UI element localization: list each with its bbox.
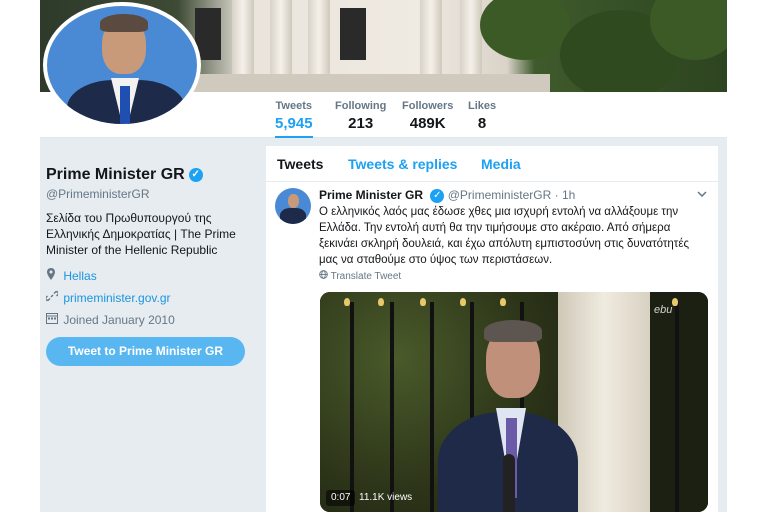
tweet-to-button[interactable]: Tweet to Prime Minister GR	[46, 337, 245, 366]
profile-website: primeminister.gov.gr	[45, 290, 171, 305]
stat-followers[interactable]: Followers 489K	[402, 100, 453, 132]
tweet-separator: ·	[554, 188, 559, 202]
location-link[interactable]: Hellas	[63, 269, 96, 283]
chevron-down-icon[interactable]	[697, 188, 707, 200]
tweet-header: Prime Minister GR ✓ @PrimeministerGR · 1…	[319, 188, 575, 203]
translate-tweet-label: Translate Tweet	[330, 271, 402, 282]
verified-badge-icon: ✓	[188, 167, 203, 182]
tweet-author-name[interactable]: Prime Minister GR	[319, 188, 423, 202]
tweet-video[interactable]: ebu 0:07 11.1K views	[320, 292, 708, 512]
website-link[interactable]: primeminister.gov.gr	[63, 291, 170, 305]
profile-bio: Σελίδα του Πρωθυπουργού της Ελληνικής Δη…	[46, 211, 236, 257]
tab-tweets-replies[interactable]: Tweets & replies	[348, 156, 457, 172]
stat-followers-label: Followers	[402, 100, 454, 112]
profile-avatar[interactable]	[43, 2, 201, 128]
tweet-timestamp[interactable]: 1h	[562, 188, 575, 202]
stat-following-value: 213	[348, 115, 374, 132]
tweet-avatar[interactable]	[275, 188, 311, 224]
stat-likes[interactable]: Likes 8	[468, 100, 496, 132]
stat-likes-value: 8	[477, 115, 487, 132]
timeline-panel: Tweets Tweets & replies Media Prime Mini…	[266, 146, 718, 512]
video-view-count: 11.1K views	[359, 492, 413, 503]
globe-icon	[319, 270, 331, 282]
profile-name-text: Prime Minister GR	[46, 166, 185, 183]
stat-tweets-label: Tweets	[275, 100, 313, 112]
translate-tweet[interactable]: Translate Tweet	[319, 270, 401, 282]
calendar-icon	[46, 312, 60, 327]
profile-location: Hellas	[46, 268, 97, 283]
stat-following-label: Following	[335, 100, 387, 112]
right-margin	[727, 0, 768, 512]
stat-following[interactable]: Following 213	[335, 100, 386, 132]
stat-tweets[interactable]: Tweets 5,945	[275, 100, 313, 139]
left-margin	[0, 0, 40, 512]
location-pin-icon	[46, 268, 60, 283]
tab-tweets[interactable]: Tweets	[277, 156, 323, 172]
stat-followers-value: 489K	[409, 115, 446, 132]
profile-handle: @PrimeministerGR	[46, 187, 150, 201]
timeline-tabs: Tweets Tweets & replies Media	[266, 146, 718, 182]
joined-text: Joined January 2010	[63, 313, 175, 327]
profile-joined: Joined January 2010	[46, 312, 175, 327]
video-duration: 0:07	[326, 490, 356, 506]
tweet-author-handle[interactable]: @PrimeministerGR	[448, 188, 552, 202]
tweet-text: Ο ελληνικός λαός μας έδωσε χθες μια ισχυ…	[319, 206, 690, 266]
stat-likes-label: Likes	[468, 100, 497, 112]
profile-name: Prime Minister GR ✓	[46, 166, 203, 184]
tab-media[interactable]: Media	[481, 156, 521, 172]
stat-tweets-value: 5,945	[275, 115, 313, 132]
verified-badge-icon: ✓	[430, 188, 445, 203]
video-watermark-logo: ebu	[654, 304, 673, 316]
link-icon	[45, 290, 60, 305]
